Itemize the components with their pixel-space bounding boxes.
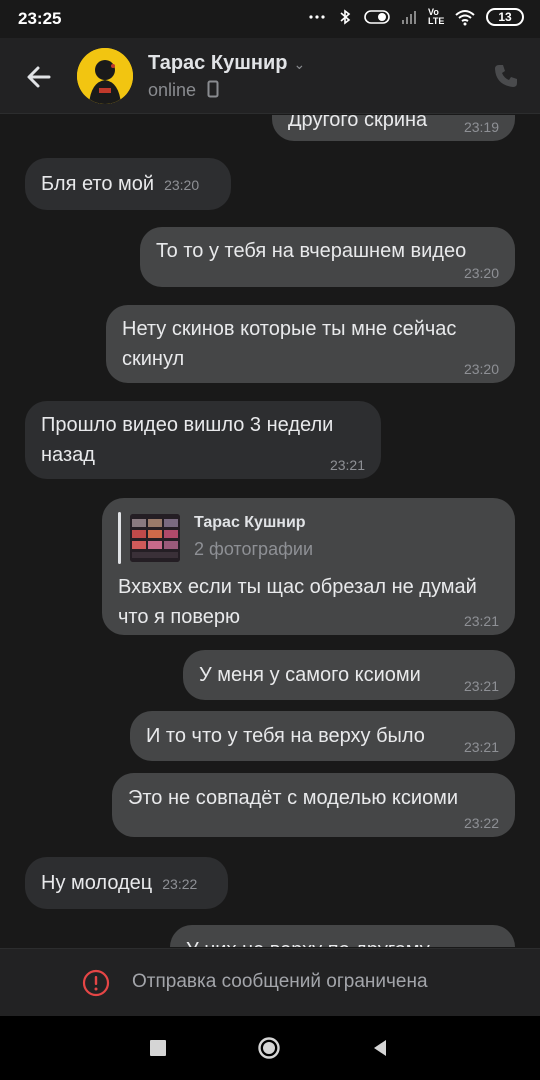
- contact-name[interactable]: Тарас Кушнир ⌄: [148, 52, 305, 75]
- signal-icon: [402, 11, 416, 24]
- warning-icon: [82, 969, 110, 997]
- message-text: Нету скинов которые ты мне сейчас скинул: [122, 318, 457, 370]
- message-outgoing[interactable]: Другого скрина 23:19: [272, 115, 515, 141]
- message-outgoing[interactable]: Это не совпадёт с моделью ксиоми 23:22: [112, 773, 515, 837]
- message-time: 23:22: [162, 875, 198, 892]
- message-text: Бля ето мой: [41, 173, 155, 195]
- message-text: И то что у тебя на верху было: [146, 725, 425, 747]
- reply-author: Тарас Кушнир: [194, 514, 306, 531]
- message-text: У них не верху по другому: [186, 939, 430, 947]
- message-text: У меня у самого ксиоми: [199, 664, 421, 686]
- battery-level: 13: [498, 10, 512, 24]
- message-text: Прошло видео вишло 3 недели назад: [41, 414, 334, 466]
- message-outgoing[interactable]: У меня у самого ксиоми 23:21: [183, 650, 515, 700]
- photo-thumbnail[interactable]: [130, 514, 180, 562]
- avatar[interactable]: [77, 48, 133, 104]
- bluetooth-icon: [340, 9, 351, 25]
- back-arrow-icon[interactable]: [22, 60, 56, 94]
- contact-status: online: [148, 80, 219, 101]
- message-incoming[interactable]: Ну молодец 23:22: [25, 857, 228, 909]
- status-time: 23:25: [18, 9, 62, 28]
- message-time: 23:20: [164, 176, 200, 193]
- back-nav-icon[interactable]: [368, 1036, 392, 1060]
- mobile-icon: [207, 80, 219, 98]
- chat-header: Тарас Кушнир ⌄ online: [0, 38, 540, 114]
- message-time: 23:21: [463, 678, 499, 694]
- message-list[interactable]: Другого скрина 23:19 Бля ето мой 23:20 То…: [0, 115, 540, 947]
- reply-attachment-label: 2 фотографии: [194, 539, 313, 559]
- contact-name-text: Тарас Кушнир: [148, 52, 288, 74]
- status-bar: 23:25 Vo LTE 13: [0, 0, 540, 38]
- battery-indicator: 13: [486, 8, 524, 26]
- message-incoming[interactable]: Прошло видео вишло 3 недели назад 23:21: [25, 401, 381, 479]
- status-text: online: [148, 80, 197, 100]
- message-outgoing-reply[interactable]: Тарас Кушнир 2 фотографии Вхвхвх если ты…: [102, 498, 515, 635]
- mute-icon: [309, 15, 325, 19]
- message-text: Это не совпадёт с моделью ксиоми: [128, 787, 459, 809]
- message-incoming[interactable]: Бля ето мой 23:20: [25, 158, 231, 210]
- message-time: 23:21: [463, 739, 499, 755]
- message-text: Ну молодец: [41, 872, 153, 894]
- recent-apps-icon[interactable]: [146, 1036, 170, 1060]
- message-text: Вхвхвх если ты щас обрезал не думай что …: [118, 576, 477, 628]
- restriction-text: Отправка сообщений ограничена: [132, 971, 428, 992]
- reply-bar: [118, 512, 121, 564]
- message-time: 23:21: [463, 613, 499, 629]
- message-time: 23:20: [463, 265, 499, 281]
- phone-icon[interactable]: [492, 62, 520, 90]
- thumbnail-image: [130, 514, 180, 562]
- reply-preview[interactable]: Тарас Кушнир 2 фотографии: [118, 512, 499, 568]
- avatar-image: [77, 48, 133, 104]
- message-outgoing[interactable]: То то у тебя на вчерашнем видео 23:20: [140, 227, 515, 287]
- input-restricted-bar: Отправка сообщений ограничена: [0, 948, 540, 1016]
- message-time: 23:20: [463, 361, 499, 377]
- home-icon[interactable]: [257, 1036, 281, 1060]
- message-time: 23:21: [329, 457, 365, 473]
- message-text: То то у тебя на вчерашнем видео: [156, 240, 467, 262]
- message-outgoing[interactable]: У них не верху по другому: [170, 925, 515, 947]
- wifi-icon: [455, 10, 475, 26]
- message-outgoing[interactable]: И то что у тебя на верху было 23:21: [130, 711, 515, 761]
- toggle-icon: [364, 10, 390, 24]
- network-label: Vo LTE: [428, 7, 445, 26]
- status-icons: Vo LTE 13: [308, 8, 524, 26]
- system-nav-bar: [0, 1016, 540, 1080]
- message-outgoing[interactable]: Нету скинов которые ты мне сейчас скинул…: [106, 305, 515, 383]
- message-time: 23:19: [463, 119, 499, 135]
- message-time: 23:22: [463, 815, 499, 831]
- chevron-down-icon[interactable]: ⌄: [293, 56, 305, 73]
